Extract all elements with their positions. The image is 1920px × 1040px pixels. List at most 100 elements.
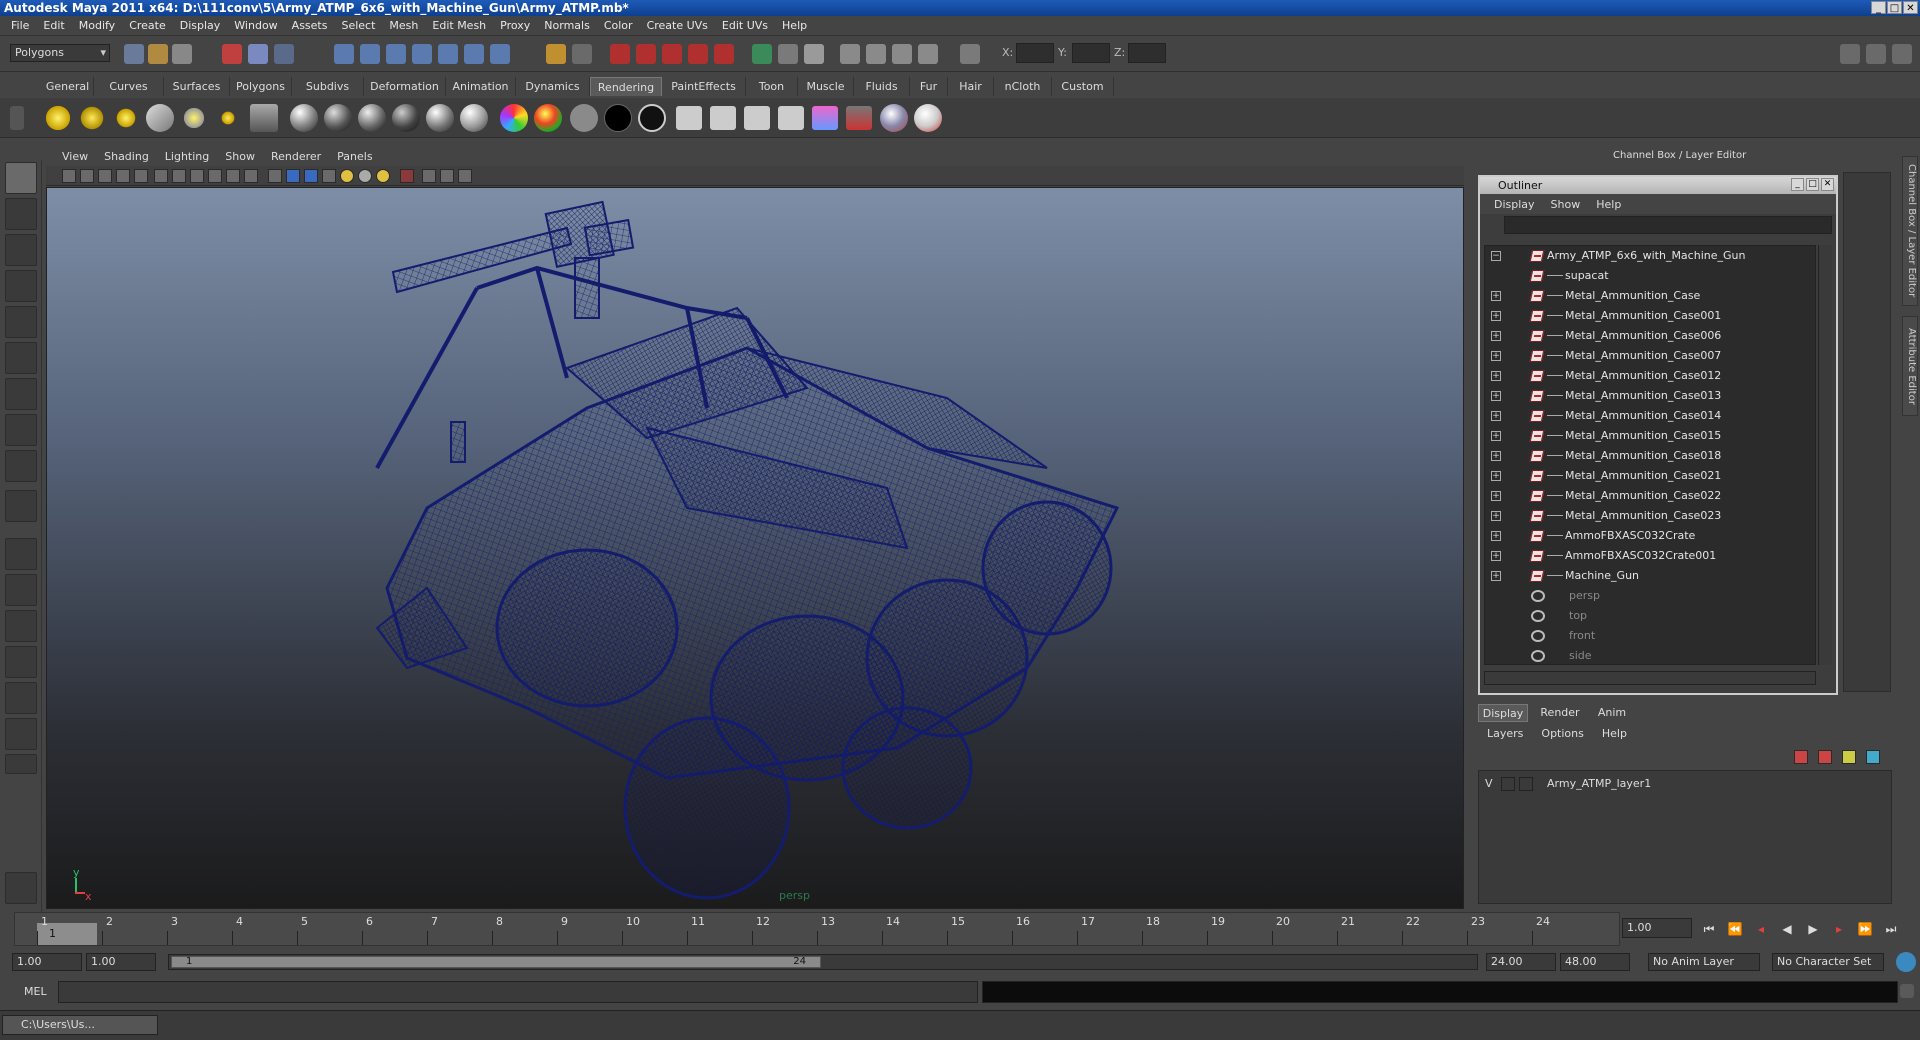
outliner-row[interactable]: + Metal_Ammunition_Case021 bbox=[1485, 466, 1815, 486]
menu-edit-mesh[interactable]: Edit Mesh bbox=[425, 19, 493, 32]
expand-icon[interactable]: + bbox=[1491, 551, 1501, 561]
last-tool-icon[interactable] bbox=[5, 490, 37, 522]
render-view-icon[interactable] bbox=[714, 44, 734, 64]
snap-point-icon[interactable] bbox=[386, 44, 406, 64]
render-layer-icon[interactable] bbox=[778, 106, 804, 130]
menu-color[interactable]: Color bbox=[597, 19, 640, 32]
use-background-icon[interactable] bbox=[604, 104, 632, 132]
lasso-tool-icon[interactable] bbox=[5, 198, 37, 230]
step-forward-frame-icon[interactable]: ▸ bbox=[1828, 918, 1850, 940]
use-all-lights-icon[interactable] bbox=[340, 169, 354, 183]
persp-graph-layout-icon[interactable] bbox=[5, 646, 37, 678]
taskbar-item[interactable]: C:\Users\Us... bbox=[2, 1015, 158, 1035]
z-field[interactable] bbox=[1128, 43, 1166, 63]
select-object-icon[interactable] bbox=[248, 44, 268, 64]
ipr-shelf-icon[interactable] bbox=[710, 106, 736, 130]
menu-window[interactable]: Window bbox=[227, 19, 284, 32]
show-manipulator-icon[interactable] bbox=[5, 450, 37, 482]
grid-icon[interactable] bbox=[154, 169, 168, 183]
make-live-icon[interactable] bbox=[438, 44, 458, 64]
expand-icon[interactable]: + bbox=[1491, 531, 1501, 541]
expand-icon[interactable]: + bbox=[1491, 391, 1501, 401]
directional-light-icon[interactable] bbox=[78, 104, 106, 132]
range-slider-thumb[interactable]: 1 24 bbox=[171, 956, 821, 968]
transform-field-icon[interactable] bbox=[960, 44, 980, 64]
outliner-row-root[interactable]: − Army_ATMP_6x6_with_Machine_Gun bbox=[1485, 246, 1815, 266]
outliner-vertical-scrollbar[interactable] bbox=[1818, 245, 1832, 665]
snap-grid-icon[interactable] bbox=[334, 44, 354, 64]
rotate-tool-icon[interactable] bbox=[5, 306, 37, 338]
layer-color-swatch[interactable] bbox=[1519, 777, 1533, 791]
scale-tool-icon[interactable] bbox=[5, 342, 37, 374]
snap-curve-icon[interactable] bbox=[360, 44, 380, 64]
go-to-start-icon[interactable]: ⏮ bbox=[1698, 918, 1720, 940]
create-layer-from-selected-icon[interactable] bbox=[1818, 750, 1832, 764]
surface-shader-icon[interactable] bbox=[570, 104, 598, 132]
expand-icon[interactable]: + bbox=[1491, 431, 1501, 441]
snap-plane-icon[interactable] bbox=[412, 44, 432, 64]
outliner-row[interactable]: + Machine_Gun bbox=[1485, 566, 1815, 586]
menu-file[interactable]: File bbox=[4, 19, 36, 32]
outliner-filter-field[interactable] bbox=[1504, 216, 1832, 234]
close-button[interactable]: ✕ bbox=[1903, 1, 1918, 14]
layer-sort-icon[interactable] bbox=[1866, 750, 1880, 764]
end-time-field[interactable]: 48.00 bbox=[1560, 953, 1630, 971]
minimize-button[interactable]: _ bbox=[1871, 1, 1886, 14]
backface-icon[interactable] bbox=[458, 169, 472, 183]
character-set-dropdown[interactable]: No Character Set bbox=[1772, 953, 1884, 971]
expand-icon[interactable]: + bbox=[1491, 331, 1501, 341]
outliner-row-camera[interactable]: top bbox=[1485, 606, 1815, 626]
playback-end-field[interactable]: 24.00 bbox=[1486, 953, 1556, 971]
show-hide-icon[interactable] bbox=[752, 44, 772, 64]
mel-label[interactable]: MEL bbox=[24, 985, 47, 998]
tab-layer-anim[interactable]: Anim bbox=[1590, 704, 1634, 722]
menu-proxy[interactable]: Proxy bbox=[493, 19, 537, 32]
ambient-light-icon[interactable] bbox=[44, 104, 72, 132]
isolate-select-icon[interactable] bbox=[400, 169, 414, 183]
outliner-row[interactable]: + Metal_Ammunition_Case bbox=[1485, 286, 1815, 306]
shelf-menu-icon[interactable] bbox=[10, 106, 24, 130]
move-tool-icon[interactable] bbox=[5, 270, 37, 302]
menu-display[interactable]: Display bbox=[173, 19, 228, 32]
outliner-row[interactable]: + Metal_Ammunition_Case012 bbox=[1485, 366, 1815, 386]
expand-icon[interactable]: + bbox=[1491, 511, 1501, 521]
blinn-shader-icon[interactable] bbox=[290, 104, 318, 132]
spot-light-icon[interactable] bbox=[146, 104, 174, 132]
tab-custom[interactable]: Custom bbox=[1052, 77, 1114, 96]
play-forwards-icon[interactable]: ▶ bbox=[1802, 918, 1824, 940]
tab-hair[interactable]: Hair bbox=[948, 77, 994, 96]
layer-menu-options[interactable]: Options bbox=[1532, 727, 1592, 740]
step-forward-key-icon[interactable]: ⏩ bbox=[1854, 918, 1876, 940]
select-input-icon[interactable] bbox=[572, 44, 592, 64]
menu-help[interactable]: Help bbox=[775, 19, 814, 32]
tab-dynamics[interactable]: Dynamics bbox=[516, 77, 590, 96]
outliner-row[interactable]: supacat bbox=[1485, 266, 1815, 286]
tab-subdivs[interactable]: Subdivs bbox=[292, 77, 364, 96]
soft-modification-icon[interactable] bbox=[5, 414, 37, 446]
universal-manipulator-icon[interactable] bbox=[5, 378, 37, 410]
batch-render-icon[interactable] bbox=[744, 106, 770, 130]
outliner-row[interactable]: + AmmoFBXASC032Crate001 bbox=[1485, 546, 1815, 566]
menu-select[interactable]: Select bbox=[334, 19, 382, 32]
outliner-row-camera[interactable]: front bbox=[1485, 626, 1815, 646]
expand-icon[interactable]: + bbox=[1491, 471, 1501, 481]
bookmarks-icon[interactable] bbox=[98, 169, 112, 183]
four-view-layout-icon[interactable] bbox=[5, 574, 37, 606]
tab-toon[interactable]: Toon bbox=[746, 77, 798, 96]
outliner-icon[interactable] bbox=[892, 44, 912, 64]
command-input[interactable] bbox=[58, 981, 978, 1003]
tab-deformation[interactable]: Deformation bbox=[364, 77, 446, 96]
layered-shader-icon[interactable] bbox=[460, 104, 488, 132]
menu-assets[interactable]: Assets bbox=[285, 19, 335, 32]
layer-playback-toggle[interactable] bbox=[1501, 777, 1515, 791]
shadows-icon[interactable] bbox=[358, 169, 372, 183]
save-scene-icon[interactable] bbox=[172, 44, 192, 64]
phonge-shader-icon[interactable] bbox=[392, 104, 420, 132]
vp-menu-shading[interactable]: Shading bbox=[96, 150, 157, 163]
layer-visibility-toggle[interactable]: V bbox=[1485, 777, 1493, 790]
volume-light-icon[interactable] bbox=[214, 104, 242, 132]
outliner-row[interactable]: + Metal_Ammunition_Case013 bbox=[1485, 386, 1815, 406]
outliner-close-button[interactable]: ✕ bbox=[1821, 178, 1834, 191]
vp-menu-lighting[interactable]: Lighting bbox=[157, 150, 217, 163]
ramp-shader-icon[interactable] bbox=[500, 104, 528, 132]
